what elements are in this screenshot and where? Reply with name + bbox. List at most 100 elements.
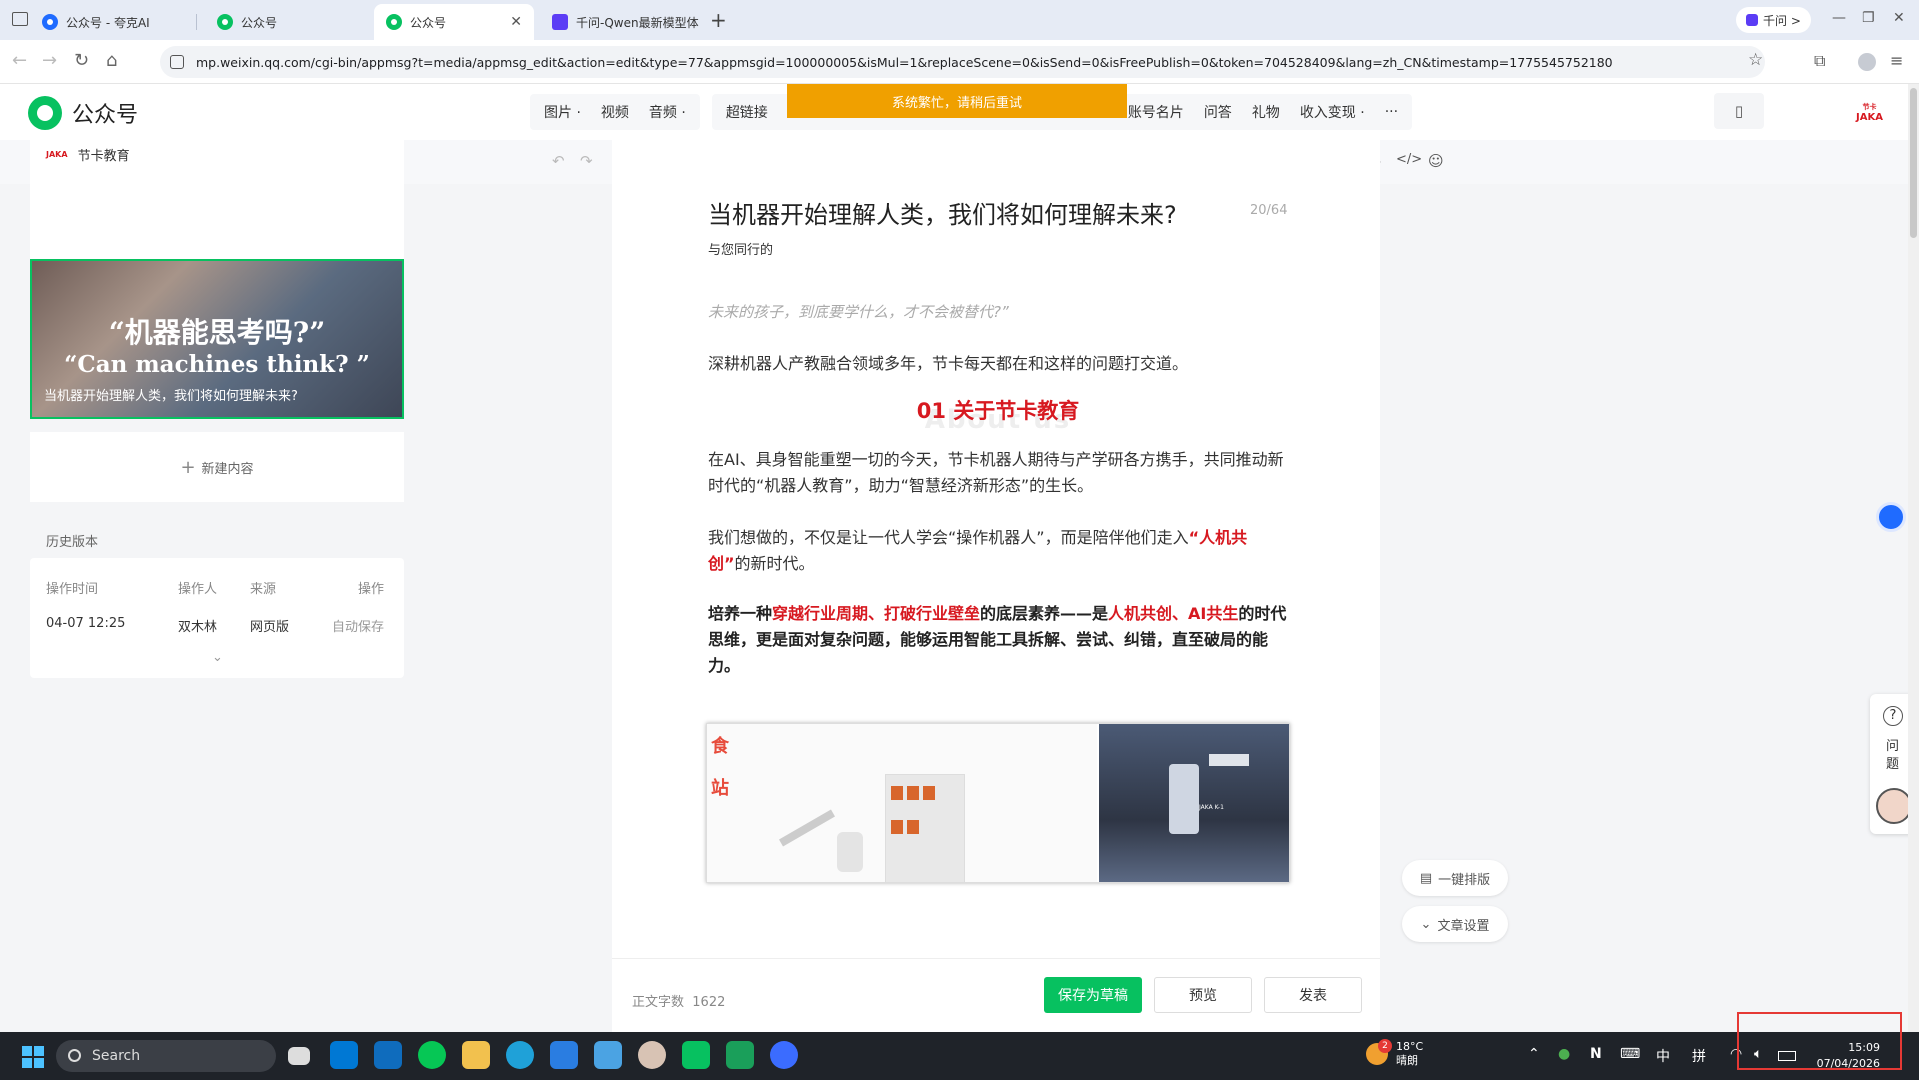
wechat-icon[interactable] — [682, 1041, 710, 1069]
history-action[interactable]: 自动保存 — [332, 616, 384, 635]
author-input[interactable]: 与您同行的 — [708, 239, 773, 258]
notepad-icon[interactable] — [594, 1041, 622, 1069]
task-view-icon[interactable] — [288, 1047, 310, 1065]
outlook-icon[interactable] — [374, 1041, 402, 1069]
close-icon[interactable]: ✕ — [502, 14, 522, 30]
avatar — [1876, 788, 1912, 824]
auto-format-button[interactable]: ▤ 一键排版 — [1402, 860, 1508, 896]
history-user: 双木林 — [178, 620, 218, 635]
qwen-button[interactable]: 千问 > — [1736, 7, 1811, 33]
edge-icon[interactable] — [506, 1041, 534, 1069]
weather-widget[interactable]: 2 18°C 晴朗 — [1366, 1039, 1423, 1068]
tab-mp-active[interactable]: 公众号 ✕ — [374, 4, 534, 40]
menu-more[interactable]: ··· — [1375, 104, 1408, 120]
preview-button[interactable]: 预览 — [1154, 977, 1252, 1013]
keyboard-icon[interactable]: ⌨ — [1620, 1046, 1640, 1062]
tab-label: 公众号 — [410, 15, 447, 30]
sidebar-toggle-icon[interactable] — [12, 12, 28, 26]
wechat-mp-logo-icon — [28, 96, 62, 130]
vpn-icon[interactable]: ● — [1558, 1046, 1570, 1062]
forward-icon[interactable]: → — [42, 50, 57, 71]
page-scrollbar[interactable] — [1908, 84, 1919, 1032]
article-settings-button[interactable]: ⌄ 文章设置 — [1402, 906, 1508, 942]
new-content-button[interactable]: + 新建内容 — [30, 432, 404, 502]
bookmark-star-icon[interactable]: ☆ — [1748, 50, 1763, 70]
tab-mp-1[interactable]: 公众号 — [205, 4, 365, 40]
address-bar: ← → ↻ ⌂ mp.weixin.qq.com/cgi-bin/appmsg?… — [0, 40, 1919, 84]
qwen-icon — [1746, 14, 1758, 26]
avatar-app-icon[interactable] — [638, 1041, 666, 1069]
history-table: 操作时间 操作人 来源 操作 04-07 12:25 双木林 网页版 自动保存 … — [30, 558, 404, 678]
section-heading: 01 关于节卡教育 — [916, 399, 1080, 423]
tab-label: 公众号 - 夸克AI — [66, 15, 150, 30]
search-icon — [68, 1049, 81, 1062]
url-field[interactable]: mp.weixin.qq.com/cgi-bin/appmsg?t=media/… — [160, 46, 1765, 78]
wechat-mp-icon — [386, 14, 402, 30]
back-icon[interactable]: ← — [12, 50, 27, 71]
quark-icon — [42, 14, 58, 30]
emoji-icon[interactable]: ☺ — [1428, 152, 1444, 170]
save-draft-button[interactable]: 保存为草稿 — [1044, 977, 1142, 1013]
menu-gift[interactable]: 礼物 — [1242, 102, 1290, 122]
article-image[interactable]: 食 站 JAKA K-1 — [706, 723, 1290, 883]
tab-label: 千问-Qwen最新模型体 — [576, 15, 699, 30]
redo-icon[interactable]: ↷ — [580, 152, 593, 170]
pin-app-icon[interactable] — [550, 1041, 578, 1069]
chevron-up-icon[interactable]: ⌃ — [1528, 1046, 1540, 1062]
jaka-logo-icon: JAKA — [46, 150, 68, 159]
word-count: 正文字数 1622 — [632, 995, 726, 1010]
site-info-icon[interactable] — [170, 55, 184, 69]
taskbar: Search 2 18°C 晴朗 ⌃ ● N ⌨ 中 拼 ◠ 🔈︎ 15:09 … — [0, 1032, 1919, 1080]
extensions-icon[interactable]: ⧉ — [1814, 51, 1825, 71]
restore-icon[interactable]: ❐ — [1862, 10, 1875, 26]
menu-hyperlink[interactable]: 超链接 — [716, 102, 778, 122]
highlight-annotation-box — [1737, 1012, 1902, 1070]
ime-pinyin[interactable]: 拼 — [1692, 1046, 1706, 1066]
profile-icon[interactable] — [1858, 53, 1876, 71]
reload-icon[interactable]: ↻ — [74, 50, 89, 71]
weather-icon: 2 — [1366, 1039, 1392, 1065]
plus-icon: + — [180, 456, 196, 478]
wechat-mp-icon — [217, 14, 233, 30]
publish-button[interactable]: 发表 — [1264, 977, 1362, 1013]
menu-video[interactable]: 视频 — [591, 102, 639, 122]
format-icon: ▤ — [1419, 870, 1433, 886]
line-icon[interactable] — [418, 1041, 446, 1069]
taskbar-search[interactable]: Search — [56, 1040, 276, 1072]
minimize-icon[interactable]: — — [1832, 10, 1846, 26]
account-header: JAKA 节卡教育 — [46, 149, 130, 164]
window-close-icon[interactable]: ✕ — [1893, 10, 1905, 26]
store-icon[interactable] — [330, 1041, 358, 1069]
undo-icon[interactable]: ↶ — [552, 152, 565, 170]
code-icon[interactable]: </> — [1396, 152, 1422, 167]
file-explorer-icon[interactable] — [462, 1041, 490, 1069]
paragraph-2: 在AI、具身智能重塑一切的今天，节卡机器人期待与产学研各方携手，共同推动新时代的… — [708, 450, 1284, 495]
ime-mode[interactable]: 中 — [1656, 1046, 1670, 1066]
menu-monetize[interactable]: 收入变现 · — [1290, 102, 1375, 122]
windows-start-icon[interactable] — [22, 1046, 44, 1068]
article-title-input[interactable]: 当机器开始理解人类，我们将如何理解未来? — [708, 195, 1177, 230]
tab-qwen[interactable]: 千问-Qwen最新模型体 — [540, 4, 705, 40]
new-tab-icon[interactable]: + — [710, 8, 727, 32]
history-source: 网页版 — [250, 620, 290, 635]
menu-audio[interactable]: 音频 · — [639, 102, 696, 122]
article-cover[interactable]: “机器能思考吗?” “Can machines think? ” 当机器开始理解… — [30, 259, 404, 419]
monitor-app-icon[interactable] — [726, 1041, 754, 1069]
chevron-down-icon[interactable]: ⌄ — [212, 650, 223, 665]
history-title: 历史版本 — [46, 535, 99, 550]
article-editor[interactable]: 当机器开始理解人类，我们将如何理解未来? 20/64 与您同行的 未来的孩子，到… — [612, 131, 1380, 958]
tab-quark[interactable]: 公众号 - 夸克AI — [30, 4, 170, 40]
quark-browser-icon[interactable] — [770, 1041, 798, 1069]
mp-logo[interactable]: 公众号 — [28, 96, 138, 130]
home-icon[interactable]: ⌂ — [106, 50, 117, 71]
assistant-float-icon[interactable] — [1876, 502, 1906, 532]
qwen-icon — [552, 14, 568, 30]
menu-icon[interactable]: ≡ — [1890, 51, 1903, 70]
menu-account-card[interactable]: 账号名片 — [1118, 102, 1194, 122]
account-avatar[interactable]: 节卡 JAKA — [1856, 102, 1883, 123]
mobile-preview-button[interactable]: ▯ — [1714, 93, 1764, 129]
notion-icon[interactable]: N — [1590, 1046, 1602, 1062]
title-counter: 20/64 — [1250, 203, 1288, 218]
menu-qa[interactable]: 问答 — [1194, 102, 1242, 122]
menu-image[interactable]: 图片 · — [534, 102, 591, 122]
